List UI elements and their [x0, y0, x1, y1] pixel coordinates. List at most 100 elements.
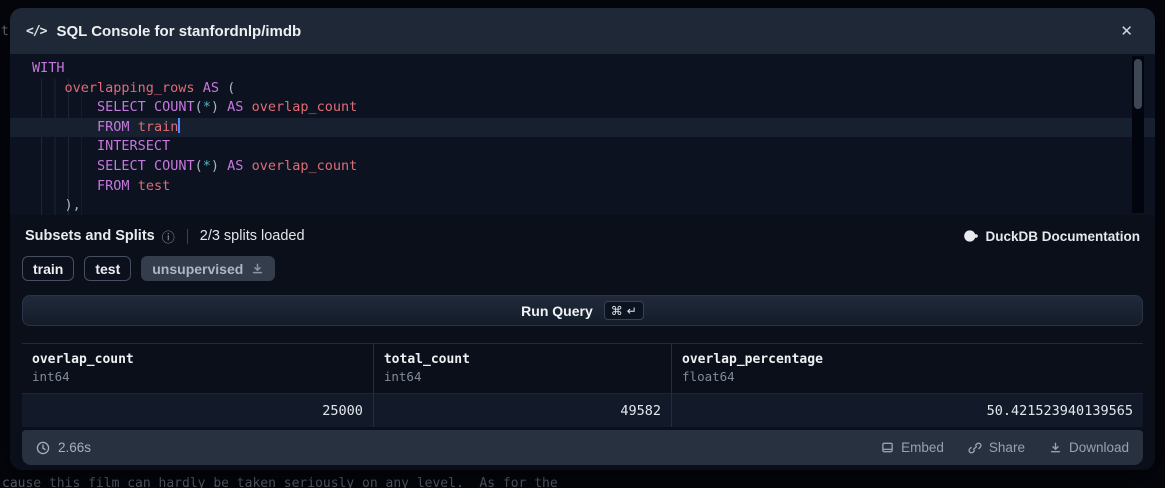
code-token: COUNT — [154, 158, 195, 174]
code-line[interactable]: INTERSECT — [10, 137, 1155, 157]
column-type: float64 — [682, 369, 1133, 384]
code-token: WITH — [32, 60, 65, 76]
code-token: overlapping_rows — [65, 80, 195, 96]
code-token: FROM — [97, 178, 130, 194]
subsets-splits-label: Subsets and Splits — [25, 228, 155, 244]
code-line[interactable]: SELECT COUNT(*) AS overlap_count — [10, 98, 1155, 118]
download-label: Download — [1069, 440, 1129, 455]
col-header-overlap-count[interactable]: overlap_count int64 — [22, 344, 373, 394]
code-token — [195, 80, 203, 96]
clock-icon — [36, 441, 50, 455]
split-pill-test[interactable]: test — [84, 256, 131, 281]
col-header-overlap-percentage[interactable]: overlap_percentage float64 — [671, 344, 1143, 394]
code-token — [219, 99, 227, 115]
split-pill-train[interactable]: train — [22, 256, 74, 281]
code-token: AS — [203, 80, 219, 96]
divider — [187, 229, 188, 244]
code-token — [243, 158, 251, 174]
code-token — [243, 99, 251, 115]
result-actions: Embed Share Download — [881, 440, 1129, 455]
code-line[interactable]: FROM test — [10, 177, 1155, 197]
code-token — [146, 99, 154, 115]
background-text-fragment: t — [1, 24, 9, 39]
download-button[interactable]: Download — [1049, 440, 1129, 455]
code-token: AS — [227, 99, 243, 115]
editor-scrollbar-thumb[interactable] — [1134, 59, 1142, 109]
code-token: ), — [65, 197, 81, 213]
column-type: int64 — [32, 369, 363, 384]
column-type: int64 — [384, 369, 661, 384]
close-icon[interactable]: ✕ — [1114, 20, 1139, 43]
splits-loaded-status: 2/3 splits loaded — [200, 228, 305, 244]
code-token: SELECT — [97, 99, 146, 115]
query-duration: 2.66s — [36, 440, 91, 455]
code-token — [146, 158, 154, 174]
modal-header: </> SQL Console for stanfordnlp/imdb ✕ — [10, 8, 1155, 54]
split-pills: train test unsupervised — [22, 256, 1143, 281]
code-token — [130, 178, 138, 194]
duckdb-docs-link[interactable]: DuckDB Documentation — [964, 229, 1140, 244]
column-name: overlap_percentage — [682, 352, 1133, 367]
embed-button[interactable]: Embed — [881, 440, 944, 455]
code-token: ( — [195, 158, 203, 174]
code-token: FROM — [97, 119, 130, 135]
code-token: overlap_count — [252, 99, 358, 115]
modal-title: SQL Console for stanfordnlp/imdb — [56, 23, 301, 40]
code-token — [32, 178, 97, 194]
embed-icon — [881, 441, 894, 454]
run-query-label: Run Query — [521, 303, 593, 319]
code-line[interactable]: ), — [10, 196, 1155, 215]
cell-total-count: 49582 — [373, 394, 671, 427]
page-backdrop: t cause this film can hardly be taken se… — [0, 0, 1165, 488]
code-line[interactable]: FROM train — [10, 118, 1155, 138]
split-pill-label: unsupervised — [152, 261, 243, 277]
code-token: * — [203, 99, 211, 115]
code-token: * — [203, 158, 211, 174]
code-token — [32, 99, 97, 115]
code-token: SELECT — [97, 158, 146, 174]
code-lines: WITH overlapping_rows AS ( SELECT COUNT(… — [10, 59, 1155, 215]
col-header-total-count[interactable]: total_count int64 — [373, 344, 671, 394]
code-token — [32, 158, 97, 174]
enter-key-icon: ↵ — [627, 304, 637, 318]
split-pill-unsupervised[interactable]: unsupervised — [141, 256, 275, 281]
code-token — [32, 197, 65, 213]
code-line[interactable]: WITH — [10, 59, 1155, 79]
background-text-fragment: cause this film can hardly be taken seri… — [2, 476, 558, 488]
column-name: overlap_count — [32, 352, 363, 367]
cell-overlap-percentage: 50.421523940139565 — [671, 394, 1143, 427]
results-table: overlap_count int64 total_count int64 ov… — [22, 343, 1143, 427]
code-token — [32, 80, 65, 96]
splits-meta-row: Subsets and Splits ⓘ 2/3 splits loaded D… — [22, 225, 1143, 247]
run-query-button[interactable]: Run Query ⌘ ↵ — [22, 295, 1143, 326]
keyboard-shortcut-badge: ⌘ ↵ — [604, 301, 644, 320]
cell-overlap-count: 25000 — [22, 394, 373, 427]
code-token — [219, 158, 227, 174]
code-token: INTERSECT — [97, 138, 170, 154]
download-icon — [1049, 441, 1062, 454]
console-body: Subsets and Splits ⓘ 2/3 splits loaded D… — [10, 215, 1155, 470]
code-line[interactable]: SELECT COUNT(*) AS overlap_count — [10, 157, 1155, 177]
text-cursor-icon — [178, 118, 180, 133]
share-link-icon — [968, 441, 982, 455]
code-token: train — [138, 119, 179, 135]
code-token: COUNT — [154, 99, 195, 115]
sql-editor[interactable]: WITH overlapping_rows AS ( SELECT COUNT(… — [10, 54, 1155, 215]
code-token: overlap_count — [252, 158, 358, 174]
code-token — [130, 119, 138, 135]
duckdb-logo-icon — [964, 229, 978, 243]
code-icon: </> — [26, 24, 46, 39]
editor-scrollbar-track[interactable] — [1132, 56, 1144, 213]
share-button[interactable]: Share — [968, 440, 1025, 455]
results-footer: 2.66s Embed — [22, 430, 1143, 465]
info-icon[interactable]: ⓘ — [162, 227, 175, 246]
code-line[interactable]: overlapping_rows AS ( — [10, 79, 1155, 99]
code-token: test — [138, 178, 171, 194]
share-label: Share — [989, 440, 1025, 455]
cmd-key-icon: ⌘ — [611, 304, 623, 318]
code-token: AS — [227, 158, 243, 174]
duckdb-docs-label: DuckDB Documentation — [985, 229, 1140, 244]
sql-console-modal: </> SQL Console for stanfordnlp/imdb ✕ W… — [10, 8, 1155, 470]
column-name: total_count — [384, 352, 661, 367]
download-icon — [251, 262, 264, 275]
